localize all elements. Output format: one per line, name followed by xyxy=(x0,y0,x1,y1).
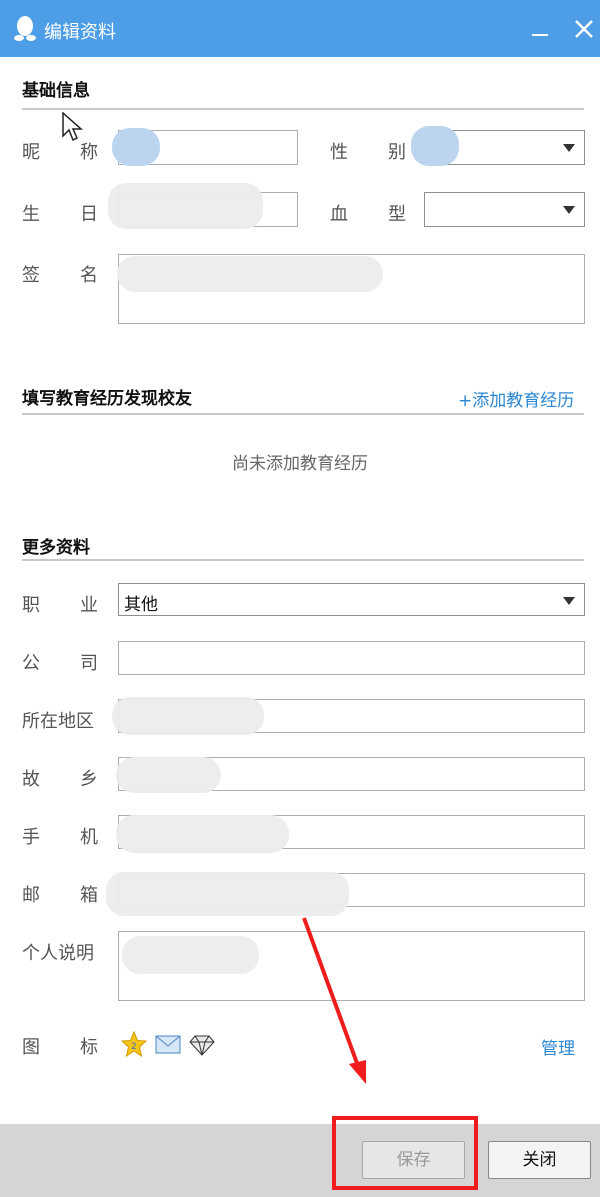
minimize-button[interactable] xyxy=(528,14,554,44)
signature-label: 签名 xyxy=(22,265,98,286)
company-input[interactable] xyxy=(118,641,585,675)
job-selected-value: 其他 xyxy=(124,595,158,615)
chevron-down-icon xyxy=(563,144,575,152)
svg-text:2: 2 xyxy=(131,1042,137,1052)
section-title-education: 填写教育经历发现校友 xyxy=(22,389,192,409)
icon-badges: 2 xyxy=(120,1030,216,1058)
redacted-nickname xyxy=(112,128,160,166)
redacted-signature xyxy=(117,256,383,292)
title-bar: 编辑资料 xyxy=(0,0,600,57)
education-empty-text: 尚未添加教育经历 xyxy=(232,454,368,474)
email-label: 邮箱 xyxy=(22,885,98,906)
section-title-more: 更多资料 xyxy=(22,538,90,558)
add-education-link[interactable]: +添加教育经历 xyxy=(458,386,574,411)
section-divider xyxy=(22,108,584,110)
close-icon xyxy=(575,20,593,38)
chevron-down-icon xyxy=(563,597,575,605)
nickname-label: 昵称 xyxy=(22,142,98,163)
highlight-box xyxy=(332,1116,478,1190)
icons-label: 图标 xyxy=(22,1037,98,1058)
manage-icons-link[interactable]: 管理 xyxy=(541,1034,575,1059)
company-label: 公司 xyxy=(22,653,98,674)
mouse-cursor-icon xyxy=(62,112,83,142)
job-select[interactable]: 其他 xyxy=(118,583,585,616)
close-button[interactable]: 关闭 xyxy=(488,1141,591,1179)
diamond-icon[interactable] xyxy=(188,1030,216,1058)
redacted-gender xyxy=(411,126,459,166)
blood-type-select[interactable] xyxy=(424,192,585,227)
bio-label: 个人说明 xyxy=(22,943,94,964)
hometown-label: 故乡 xyxy=(22,769,98,790)
star-badge-icon[interactable]: 2 xyxy=(120,1030,148,1058)
redacted-birthday xyxy=(108,183,263,229)
mail-icon[interactable] xyxy=(154,1030,182,1058)
birthday-label: 生日 xyxy=(22,204,98,225)
section-title-basic: 基础信息 xyxy=(22,81,90,101)
redacted-bio xyxy=(122,936,259,974)
window-title: 编辑资料 xyxy=(44,22,116,43)
phone-label: 手机 xyxy=(22,827,98,848)
redacted-hometown xyxy=(116,757,221,793)
redacted-location xyxy=(112,697,264,735)
section-divider xyxy=(22,413,584,415)
blood-type-label: 血型 xyxy=(330,204,406,225)
close-window-button[interactable] xyxy=(570,12,598,44)
section-divider xyxy=(22,559,584,561)
redacted-email xyxy=(106,872,349,916)
chevron-down-icon xyxy=(563,206,575,214)
qq-penguin-icon xyxy=(14,16,36,41)
location-label: 所在地区 xyxy=(22,711,94,732)
gender-label: 性别 xyxy=(330,142,406,163)
redacted-phone xyxy=(116,815,289,853)
job-label: 职业 xyxy=(22,595,98,616)
